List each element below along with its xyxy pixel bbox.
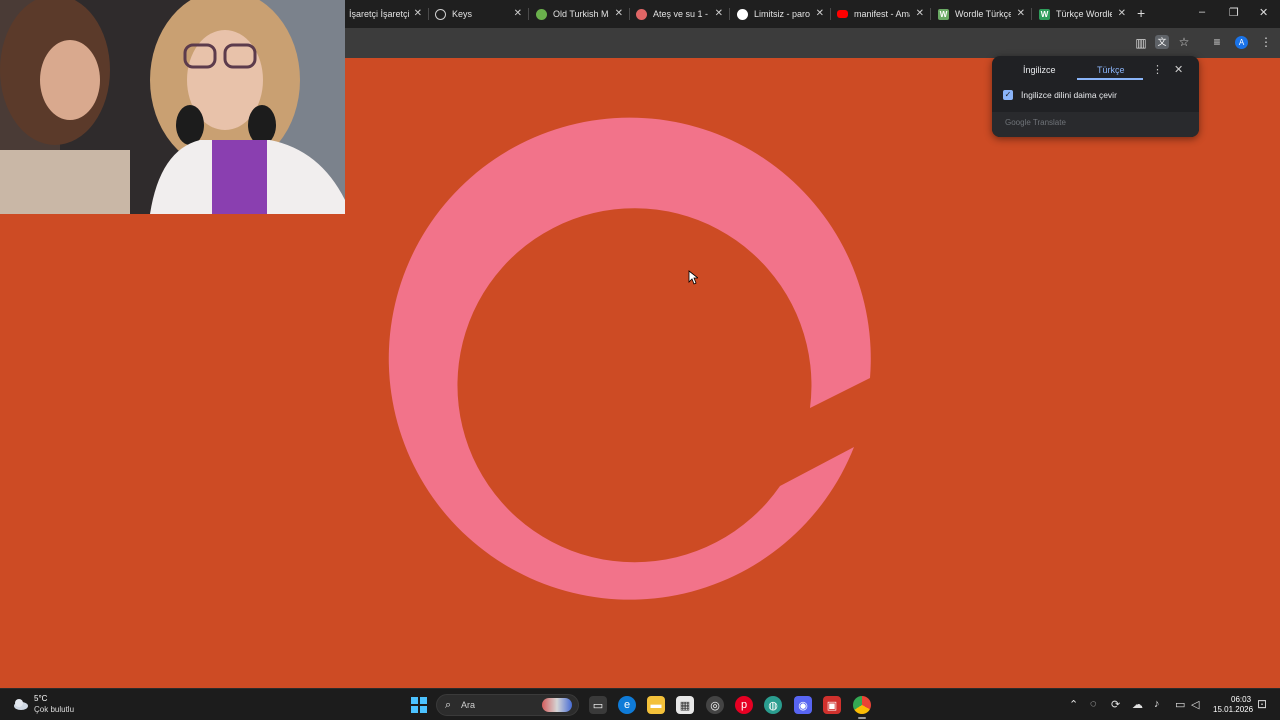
game-icon (636, 8, 647, 20)
task-view-icon[interactable]: ▭ (589, 696, 607, 714)
tab-title: Limitsiz - parol (754, 9, 810, 19)
source-language-tab[interactable]: İngilizce (1023, 65, 1056, 75)
store-icon[interactable]: ▦ (676, 696, 694, 714)
search-placeholder: Ara (461, 700, 476, 710)
active-tab-indicator (1077, 78, 1143, 80)
start-button[interactable] (411, 697, 427, 713)
clock-time[interactable]: 06:03 (1231, 695, 1251, 704)
discord-icon[interactable]: ◉ (794, 696, 812, 714)
tab-separator (729, 8, 730, 20)
taskbar-search[interactable]: ⌕ Ara (436, 694, 579, 716)
tab[interactable]: İşaretçi İşaretçi ✕ (343, 0, 428, 28)
new-tab-button[interactable]: + (1137, 5, 1145, 21)
bookmark-star-icon[interactable]: ☆ (1177, 35, 1191, 49)
tab-title: Türkçe Wordle (1056, 9, 1112, 19)
tab-title: manifest - Ama (854, 9, 910, 19)
w-icon: W (938, 8, 949, 20)
volume-icon[interactable]: ◁ (1191, 698, 1199, 711)
tab[interactable]: W Wordle Türkçe ✕ (932, 0, 1031, 28)
globe-icon (435, 8, 446, 20)
window-close-button[interactable]: ✕ (1259, 6, 1268, 19)
refresh-icon[interactable]: ⟳ (1111, 698, 1120, 711)
tab-close-icon[interactable]: ✕ (916, 8, 924, 20)
tab-separator (1031, 8, 1032, 20)
tab-close-icon[interactable]: ✕ (715, 8, 723, 20)
weather-description[interactable]: Çok bulutlu (34, 705, 74, 714)
microphone-icon[interactable]: ♪ (1154, 698, 1160, 710)
clock-date[interactable]: 15.01.2026 (1213, 705, 1253, 714)
tab[interactable]: manifest - Ama ✕ (831, 0, 930, 28)
ring-arc (388, 117, 871, 600)
cloud-tray-icon[interactable]: ☁ (1132, 698, 1143, 711)
target-language-tab[interactable]: Türkçe (1097, 65, 1125, 75)
app-icon[interactable]: ◎ (706, 696, 724, 714)
tab-close-icon[interactable]: ✕ (1118, 8, 1126, 20)
always-translate-label: İngilizce dilini daima çevir (1021, 90, 1117, 100)
more-options-icon[interactable]: ⋮ (1152, 63, 1163, 76)
tab-separator (930, 8, 931, 20)
lock-icon (737, 8, 748, 20)
page-content (345, 58, 1280, 688)
tab[interactable]: Old Turkish Ma ✕ (530, 0, 629, 28)
browser-icon[interactable]: ◍ (764, 696, 782, 714)
tab-title: Wordle Türkçe (955, 9, 1011, 19)
w-icon: W (1039, 8, 1050, 20)
tab[interactable]: Keys ✕ (429, 0, 528, 28)
chevron-up-icon[interactable]: ⌃ (1069, 698, 1078, 711)
network-icon[interactable]: ▭ (1175, 698, 1185, 711)
close-icon[interactable]: ✕ (1174, 63, 1183, 76)
chrome-icon[interactable] (853, 696, 871, 719)
youtube-icon (837, 10, 848, 18)
tab-close-icon[interactable]: ✕ (816, 8, 824, 20)
translate-popup: İngilizce Türkçe ⋮ ✕ ✓ İngilizce dilini … (992, 56, 1199, 137)
tab-title: Ateş ve su 1 - ( (653, 9, 709, 19)
tab-title: Keys (452, 9, 473, 19)
tab-close-icon[interactable]: ✕ (1017, 8, 1025, 20)
webcam-overlay (0, 0, 345, 214)
app-red-icon[interactable]: ▣ (823, 696, 841, 714)
menu-kebab-icon[interactable]: ⋮ (1259, 35, 1273, 49)
media-controls-icon[interactable]: ≡ (1210, 35, 1224, 49)
sync-icon[interactable]: ◌ (1090, 698, 1097, 710)
search-highlight-icon (542, 698, 572, 712)
edge-icon[interactable]: e (618, 696, 636, 714)
pinterest-icon[interactable]: p (735, 696, 753, 714)
tab[interactable]: W Türkçe Wordle ✕ (1033, 0, 1132, 28)
translate-brand: Google Translate (1005, 118, 1066, 127)
tab-title: Old Turkish Ma (553, 9, 609, 19)
file-explorer-icon[interactable]: ▬ (647, 696, 665, 714)
cloud-icon (14, 699, 28, 710)
restore-button[interactable]: ❐ (1229, 6, 1239, 19)
taskbar: 5°C Çok bulutlu ⌕ Ara ▭ e ▬ ▦ ◎ p ◍ ◉ ▣ … (0, 688, 1280, 720)
tab-close-icon[interactable]: ✕ (615, 8, 623, 20)
mouse-cursor-icon (688, 270, 698, 285)
notification-icon[interactable]: ⊡ (1257, 697, 1267, 711)
weather-temperature[interactable]: 5°C (34, 694, 47, 703)
always-translate-checkbox[interactable]: ✓ (1003, 90, 1013, 100)
tab[interactable]: Limitsiz - parol ✕ (731, 0, 830, 28)
webcam-video (0, 0, 345, 214)
tab-title: İşaretçi İşaretçi (349, 9, 409, 19)
tab-close-icon[interactable]: ✕ (414, 8, 422, 20)
search-icon: ⌕ (445, 699, 452, 711)
tab-close-icon[interactable]: ✕ (514, 8, 522, 20)
ring-arc-shape (388, 117, 871, 600)
tab-separator (528, 8, 529, 20)
profile-avatar[interactable]: A (1235, 36, 1248, 49)
reading-mode-icon[interactable]: ▥ (1134, 36, 1148, 50)
translate-icon[interactable]: 文 (1155, 35, 1169, 49)
minimize-button[interactable]: – (1199, 6, 1205, 18)
tab[interactable]: Ateş ve su 1 - ( ✕ (630, 0, 729, 28)
map-icon (536, 8, 547, 20)
